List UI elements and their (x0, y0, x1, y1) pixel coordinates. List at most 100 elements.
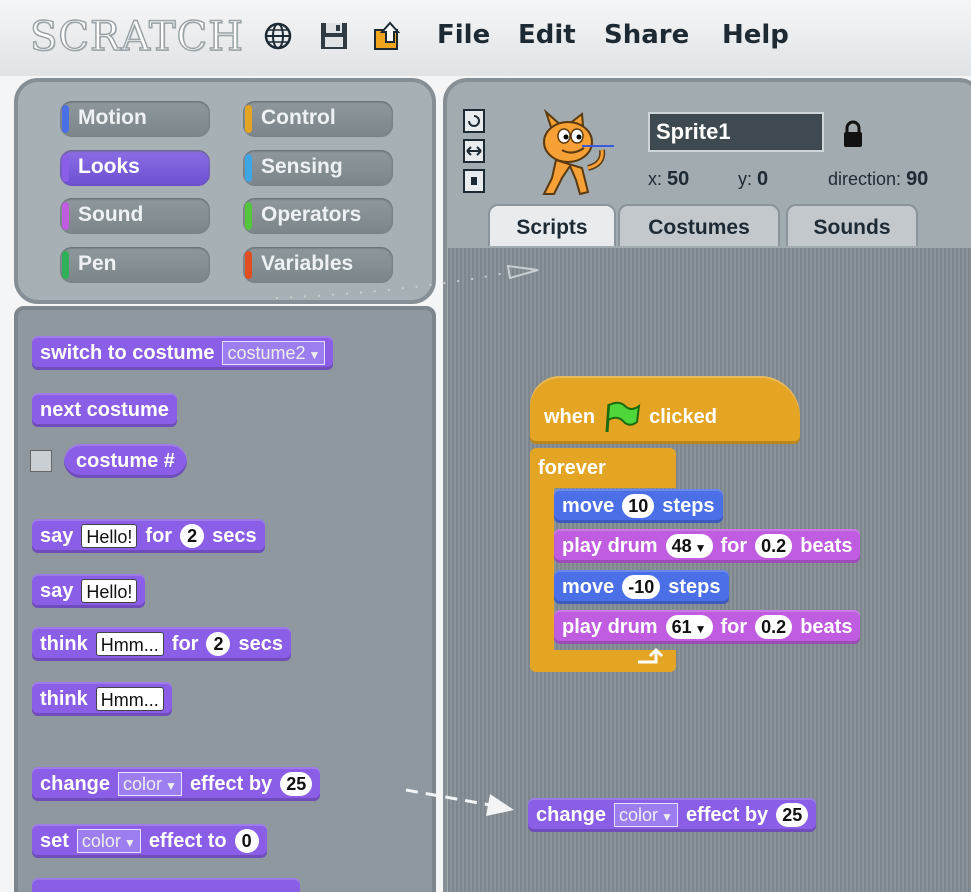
forever-label-wrap: forever (530, 451, 614, 485)
block-text: when (544, 406, 596, 428)
block-clear-effects-partial[interactable] (32, 878, 300, 892)
block-text: play drum (562, 616, 658, 638)
category-stripe (245, 105, 252, 133)
block-text: switch to costume (40, 342, 215, 364)
category-stripe (245, 154, 252, 182)
category-stripe (62, 105, 69, 133)
block-text: change (536, 804, 607, 826)
effect-amount-input[interactable]: 25 (280, 772, 313, 796)
effect-amount-input[interactable]: 25 (776, 803, 809, 827)
block-change-effect[interactable]: change color ▼ effect by 25 (32, 767, 321, 801)
category-operators[interactable]: Operators (243, 198, 393, 234)
tab-costumes[interactable]: Costumes (618, 204, 780, 246)
dropdown-value: costume2 (227, 343, 306, 363)
sprite-name-field[interactable]: Sprite1 (648, 112, 824, 152)
effect-dropdown[interactable]: color ▼ (76, 829, 141, 853)
block-switch-costume[interactable]: switch to costume costume2 ▼ (32, 336, 334, 370)
block-text: effect to (148, 830, 227, 852)
dropdown-value: color (619, 805, 659, 825)
secs-input[interactable]: 2 (206, 632, 231, 656)
category-looks[interactable]: Looks (60, 150, 210, 186)
coord-value: 90 (906, 168, 929, 190)
menu-edit[interactable]: Edit (518, 20, 576, 50)
play-drum-block[interactable]: play drum 61 ▼ for 0.2 beats (554, 610, 861, 644)
block-say[interactable]: say Hello! (32, 574, 146, 608)
menu-share[interactable]: Share (604, 20, 689, 50)
block-text: move (562, 576, 615, 598)
block-think-for-secs[interactable]: think Hmm... for 2 secs (32, 627, 291, 661)
loop-arrow-icon (638, 648, 664, 664)
effect-dropdown[interactable]: color ▼ (118, 772, 182, 796)
category-pen[interactable]: Pen (60, 247, 210, 283)
category-sound[interactable]: Sound (60, 198, 210, 234)
category-label: Sensing (261, 155, 343, 178)
sprite-direction-readout: direction: 90 (828, 168, 928, 191)
block-text: next costume (40, 399, 169, 421)
move-steps-block[interactable]: move -10 steps (554, 570, 729, 604)
hat-content: when clicked (536, 400, 725, 434)
block-text: effect by (189, 773, 273, 795)
block-next-costume[interactable]: next costume (32, 393, 177, 427)
steps-input[interactable]: 10 (622, 494, 655, 518)
category-sensing[interactable]: Sensing (243, 150, 393, 186)
say-text-input[interactable]: Hello! (81, 524, 138, 548)
chevron-down-icon: ▼ (694, 622, 707, 636)
block-text: clicked (649, 406, 717, 428)
category-label: Looks (78, 155, 140, 178)
effect-dropdown[interactable]: color ▼ (614, 803, 678, 827)
block-text: set (40, 830, 69, 852)
drag-arrow-icon (405, 788, 514, 816)
globe-icon[interactable] (262, 20, 294, 52)
category-stripe (245, 251, 252, 279)
beats-input[interactable]: 0.2 (755, 615, 793, 639)
lock-icon[interactable] (842, 120, 864, 148)
move-steps-block[interactable]: move 10 steps (554, 489, 723, 523)
chevron-down-icon: ▼ (308, 348, 321, 362)
sprite-x-readout: x: 50 (648, 168, 689, 191)
block-text: secs (238, 633, 283, 655)
scratch-logo: SCRATCH (29, 13, 244, 61)
block-text: for (720, 616, 748, 638)
block-text: play drum (562, 535, 658, 557)
coord-label: y: (738, 169, 753, 189)
secs-input[interactable]: 2 (180, 524, 205, 548)
block-costume-number[interactable]: costume # (64, 444, 187, 478)
block-think[interactable]: think Hmm... (32, 682, 172, 716)
dragged-change-effect-block[interactable]: change color ▼ effect by 25 (528, 798, 817, 832)
costume-dropdown[interactable]: costume2 ▼ (222, 341, 326, 365)
tab-sounds[interactable]: Sounds (786, 204, 918, 246)
category-label: Sound (78, 203, 144, 226)
dropdown-value: color (81, 831, 121, 851)
tab-scripts[interactable]: Scripts (488, 204, 616, 246)
think-text-input[interactable]: Hmm... (95, 687, 164, 711)
say-text-input[interactable]: Hello! (81, 579, 138, 603)
menu-file[interactable]: File (437, 20, 490, 50)
steps-input[interactable]: -10 (622, 575, 661, 599)
block-text: secs (212, 525, 257, 547)
category-control[interactable]: Control (243, 101, 393, 137)
category-stripe (62, 251, 69, 279)
category-label: Pen (78, 252, 117, 275)
block-text: effect by (685, 804, 769, 826)
menu-help[interactable]: Help (722, 20, 789, 50)
play-drum-block[interactable]: play drum 48 ▼ for 0.2 beats (554, 529, 861, 563)
costume-num-checkbox[interactable] (30, 450, 52, 472)
coord-label: direction: (828, 169, 902, 189)
drum-dropdown[interactable]: 48 ▼ (665, 534, 713, 558)
top-bar: SCRATCH File Edit Share Help (0, 0, 971, 76)
block-text: beats (800, 616, 853, 638)
block-set-effect[interactable]: set color ▼ effect to 0 (32, 824, 267, 858)
block-text: forever (538, 457, 606, 479)
effect-amount-input[interactable]: 0 (234, 829, 259, 853)
category-stripe (245, 202, 252, 230)
block-say-for-secs[interactable]: say Hello! for 2 secs (32, 519, 265, 553)
category-label: Operators (261, 203, 362, 226)
block-text: beats (800, 535, 853, 557)
share-icon[interactable] (372, 20, 404, 52)
think-text-input[interactable]: Hmm... (95, 632, 164, 656)
category-motion[interactable]: Motion (60, 101, 210, 137)
beats-input[interactable]: 0.2 (755, 534, 793, 558)
save-icon[interactable] (318, 20, 350, 52)
drum-dropdown[interactable]: 61 ▼ (665, 615, 713, 639)
block-text: for (171, 633, 199, 655)
